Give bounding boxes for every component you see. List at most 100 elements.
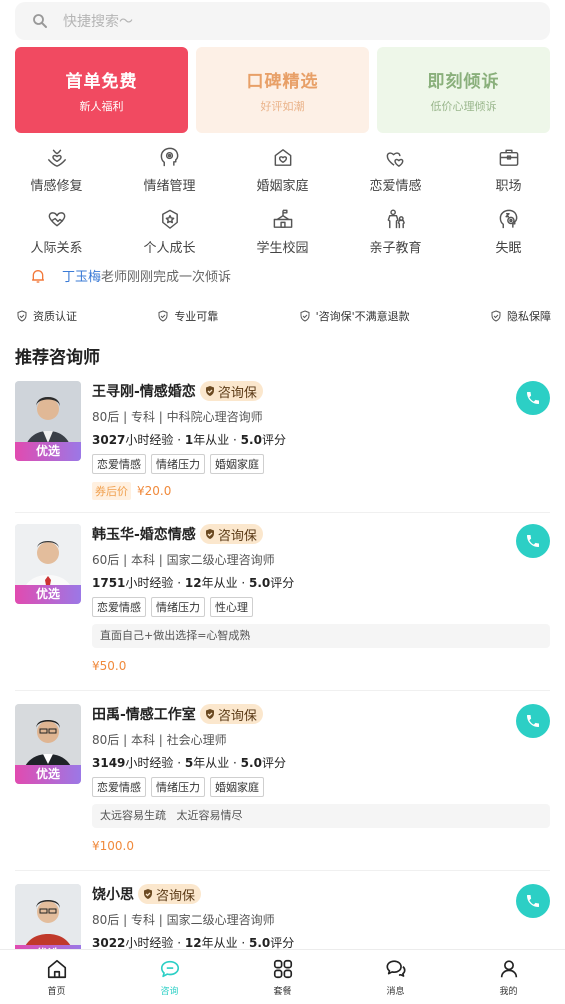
tab-consult[interactable]: 咨询 [113,950,226,1004]
category-personal-growth[interactable]: 个人成长 [113,208,226,256]
tag: 恋爱情感 [92,454,146,474]
parent-child-icon [387,209,405,229]
guarantee-bar: 资质认证 专业可靠 '咨询保'不满意退款 隐私保障 [16,308,551,324]
avatar: 优选 [15,524,81,604]
hours-value: 3149 [92,756,126,770]
counselor-card[interactable]: 优选 韩玉华-婚恋情感 咨询保 60后 | 本科 | 国家二级心理咨询师 175… [15,524,550,676]
rating-value: 5.0 [240,756,262,770]
tag-list: 恋爱情感 情绪压力 婚姻家庭 [92,454,512,474]
banner-talk-now[interactable]: 即刻倾诉 低价心理倾诉 [377,47,550,133]
category-workplace[interactable]: 职场 [452,146,565,194]
counselor-stats: 1751小时经验 · 12年从业 · 5.0评分 [92,574,512,591]
tab-label: 我的 [499,987,518,997]
tab-profile[interactable]: 我的 [452,950,565,1004]
counselor-stats: 3149小时经验 · 5年从业 · 5.0评分 [92,754,512,771]
counselor-card[interactable]: 优选 王寻刚-情感婚恋 咨询保 80后 | 专科 | 中科院心理咨询师 3027… [15,381,550,501]
search-bar[interactable]: 快捷搜索～ [15,2,550,40]
call-button[interactable] [516,884,550,918]
tab-label: 消息 [386,987,405,997]
hours-unit: 小时经验 · [125,936,185,949]
guarantee-item: 隐私保障 [490,308,551,324]
years-value: 1 [184,433,194,447]
double-heart-icon [386,152,403,167]
category-parenting[interactable]: 亲子教育 [339,208,452,256]
tab-packages[interactable]: 套餐 [226,950,339,1004]
category-emotion-management[interactable]: 情绪管理 [113,146,226,194]
tag: 情绪压力 [151,777,205,797]
banner-top-rated[interactable]: 口碑精选 好评如潮 [196,47,369,133]
sleep-head-icon [499,209,517,229]
banner-first-free[interactable]: 首单免费 新人福利 [15,47,188,133]
guarantee-badge: 咨询保 [199,524,263,544]
hours-unit: 小时经验 · [125,576,185,590]
banner-subtitle: 新人福利 [79,99,124,113]
divider [15,690,550,691]
section-title: 推荐咨询师 [15,348,100,368]
call-button[interactable] [516,381,550,415]
years-value: 5 [184,756,194,770]
divider [15,512,550,513]
tab-home[interactable]: 首页 [0,950,113,1004]
hours-value: 3027 [92,433,126,447]
rating-value: 5.0 [240,433,262,447]
phone-icon [527,392,539,404]
phone-icon [527,535,539,547]
phone-icon [527,715,539,727]
counselor-name: 田禹-情感工作室 [92,707,196,723]
category-campus[interactable]: 学生校园 [226,208,339,256]
avatar: 优选 [15,381,81,461]
category-label: 个人成长 [143,241,196,256]
chat-bubble-icon [160,960,179,978]
avatar: 优选 [15,884,81,949]
category-marriage-family[interactable]: 婚姻家庭 [226,146,339,194]
counselor-info: 饶小思 咨询保 80后 | 专科 | 国家二级心理咨询师 3022小时经验 · … [92,884,512,949]
category-label: 失眠 [495,241,522,256]
category-insomnia[interactable]: 失眠 [452,208,565,256]
price: ¥20.0 [137,484,172,498]
shield-icon [144,889,152,899]
rating-unit: 评分 [270,936,295,949]
price: ¥100.0 [92,839,134,853]
hours-value: 3022 [92,936,126,949]
shield-check-icon [17,310,27,322]
call-button[interactable] [516,524,550,558]
search-icon [33,14,47,28]
banner-title: 口碑精选 [246,71,319,92]
category-emotional-repair[interactable]: 情感修复 [0,146,113,194]
bell-icon [32,269,44,283]
tab-messages[interactable]: 消息 [339,950,452,1004]
counselor-motto: 直面自己+做出选择=心智成熟 [92,624,550,648]
home-heart-icon [274,149,291,166]
category-grid: 情感修复 情绪管理 婚姻家庭 恋爱情感 职场 人际关系 个人成长 学生校园 亲子… [0,146,565,256]
category-relationships[interactable]: 人际关系 [0,208,113,256]
rating-unit: 评分 [270,576,295,590]
guarantee-badge-label: 咨询保 [217,708,257,724]
tag: 婚姻家庭 [210,454,264,474]
category-love[interactable]: 恋爱情感 [339,146,452,194]
notice-counselor-name[interactable]: 丁玉梅 [62,266,101,285]
category-label: 亲子教育 [369,241,422,256]
tab-label: 咨询 [160,987,179,997]
hours-unit: 小时经验 · [125,756,185,770]
call-button[interactable] [516,704,550,738]
search-placeholder: 快捷搜索～ [63,14,133,30]
counselor-card[interactable]: 优选 饶小思 咨询保 80后 | 专科 | 国家二级心理咨询师 3022小时经验… [15,884,550,949]
rating-unit: 评分 [261,756,286,770]
banner-title: 即刻倾诉 [427,71,500,92]
hours-value: 1751 [92,576,126,590]
tag: 恋爱情感 [92,777,146,797]
school-icon [273,209,292,228]
counselor-profile: 80后 | 专科 | 国家二级心理咨询师 [92,913,275,927]
shield-icon [205,386,214,396]
years-value: 12 [184,576,202,590]
counselor-name: 饶小思 [92,887,134,903]
heart-hands-icon [47,149,66,167]
grid-icon [273,959,292,979]
category-label: 婚姻家庭 [256,179,309,194]
counselor-photo [15,884,81,949]
guarantee-item: '咨询保'不满意退款 [299,308,410,324]
tag-list: 恋爱情感 情绪压力 婚姻家庭 [92,777,512,797]
handshake-icon [48,212,65,227]
price: ¥50.0 [92,659,127,673]
counselor-card[interactable]: 优选 田禹-情感工作室 咨询保 80后 | 本科 | 社会心理师 3149小时经… [15,704,550,856]
